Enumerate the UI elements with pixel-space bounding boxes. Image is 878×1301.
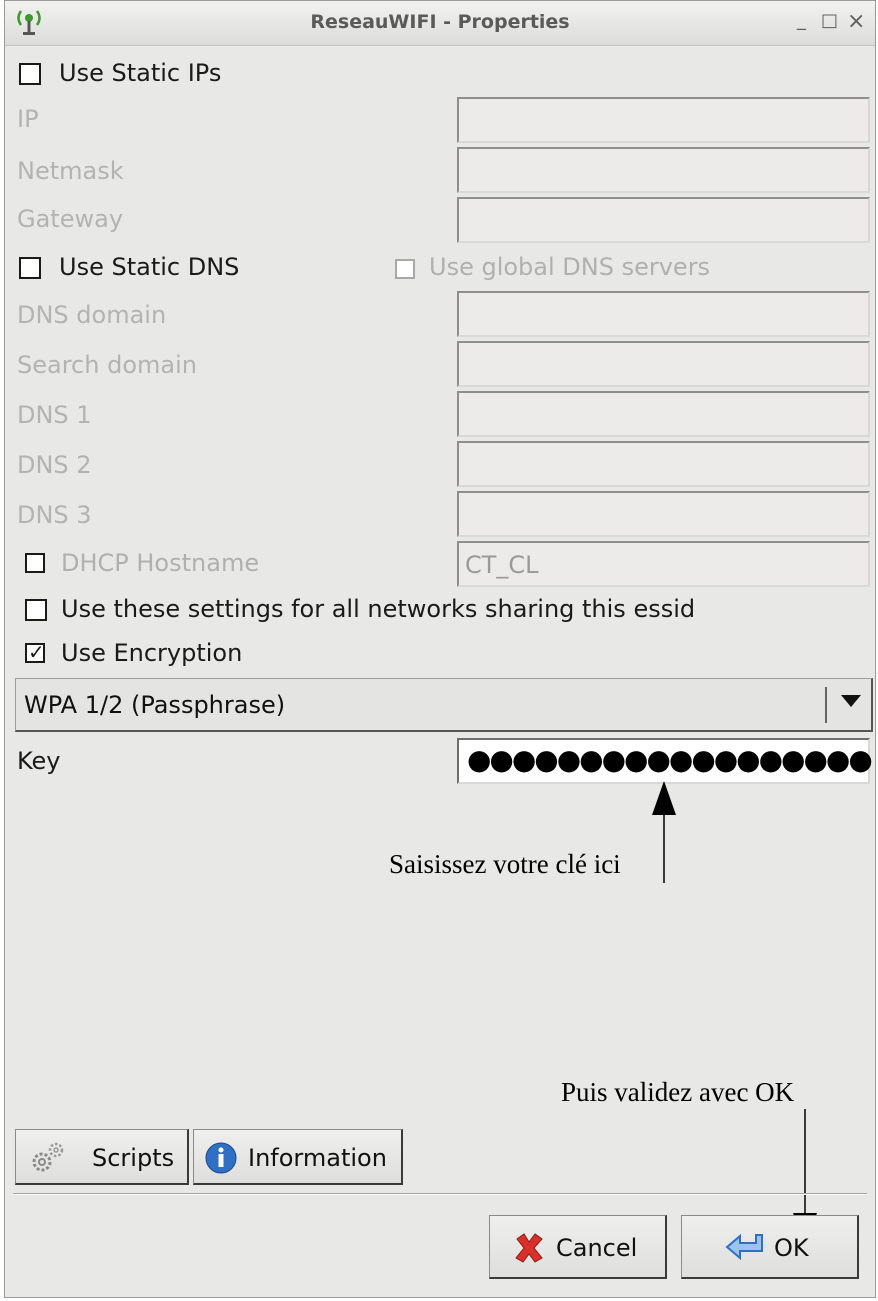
dns3-field[interactable] [457, 491, 870, 537]
static-dns-checkbox[interactable] [19, 257, 41, 279]
global-dns-checkbox[interactable] [395, 259, 415, 279]
title-bar[interactable]: ReseauWIFI - Properties _ □ × [5, 1, 875, 46]
ip-label: IP [17, 105, 39, 133]
minimize-button[interactable]: _ [797, 10, 806, 31]
key-hint-annotation: Saisissez votre clé ici [389, 849, 621, 879]
info-icon [204, 1141, 238, 1179]
dhcp-hostname-label: DHCP Hostname [61, 549, 260, 577]
chevron-down-icon[interactable] [841, 695, 861, 707]
red-x-icon [512, 1231, 546, 1269]
key-label: Key [17, 747, 61, 775]
key-input[interactable]: ●●●●●●●●●●●●●●●●●● [457, 738, 873, 784]
checkmark-icon: ✓ [28, 640, 45, 664]
dns2-label: DNS 2 [17, 451, 92, 479]
properties-window: ReseauWIFI - Properties _ □ × Use Static… [4, 0, 876, 1298]
dns2-field[interactable] [457, 441, 870, 487]
dns-domain-field[interactable] [457, 291, 870, 337]
scripts-label: Scripts [92, 1144, 175, 1172]
window-title: ReseauWIFI - Properties [310, 11, 570, 33]
ip-field[interactable] [457, 97, 870, 143]
dns1-field[interactable] [457, 391, 870, 437]
encryption-type-select[interactable]: WPA 1/2 (Passphrase) [15, 678, 873, 732]
dhcp-hostname-field[interactable]: CT_CL [457, 541, 870, 587]
share-essid-checkbox[interactable] [25, 599, 47, 621]
dhcp-hostname-checkbox[interactable] [25, 553, 45, 573]
encryption-checkbox[interactable]: ✓ [25, 640, 45, 664]
close-button[interactable]: × [847, 9, 865, 34]
encryption-label: Use Encryption [61, 639, 243, 667]
static-dns-label: Use Static DNS [59, 253, 240, 281]
enter-arrow-icon [724, 1231, 768, 1267]
static-ip-checkbox[interactable] [19, 63, 41, 85]
search-domain-field[interactable] [457, 341, 870, 387]
gateway-field[interactable] [457, 197, 870, 243]
ok-label: OK [774, 1234, 809, 1262]
cancel-label: Cancel [556, 1234, 638, 1262]
search-domain-label: Search domain [17, 351, 197, 379]
button-separator [13, 1193, 867, 1195]
gears-icon [30, 1140, 66, 1180]
global-dns-label: Use global DNS servers [429, 253, 711, 281]
combo-separator [825, 687, 827, 723]
dns1-label: DNS 1 [17, 401, 92, 429]
information-button[interactable]: Information [193, 1129, 403, 1185]
maximize-button[interactable]: □ [821, 10, 838, 31]
netmask-label: Netmask [17, 157, 124, 185]
key-hint-arrow-icon [652, 781, 676, 883]
encryption-type-value: WPA 1/2 (Passphrase) [24, 691, 286, 719]
cancel-button[interactable]: Cancel [489, 1215, 667, 1279]
gateway-label: Gateway [17, 205, 124, 233]
static-ip-label: Use Static IPs [59, 59, 222, 87]
information-label: Information [248, 1144, 387, 1172]
scripts-button[interactable]: Scripts [15, 1129, 189, 1185]
ok-hint-annotation: Puis validez avec OK [561, 1077, 795, 1107]
ok-button[interactable]: OK [681, 1215, 859, 1279]
netmask-field[interactable] [457, 147, 870, 193]
dns3-label: DNS 3 [17, 501, 92, 529]
key-value: ●●●●●●●●●●●●●●●●●● [467, 743, 873, 776]
dns-domain-label: DNS domain [17, 301, 167, 329]
share-essid-label: Use these settings for all networks shar… [61, 595, 696, 623]
